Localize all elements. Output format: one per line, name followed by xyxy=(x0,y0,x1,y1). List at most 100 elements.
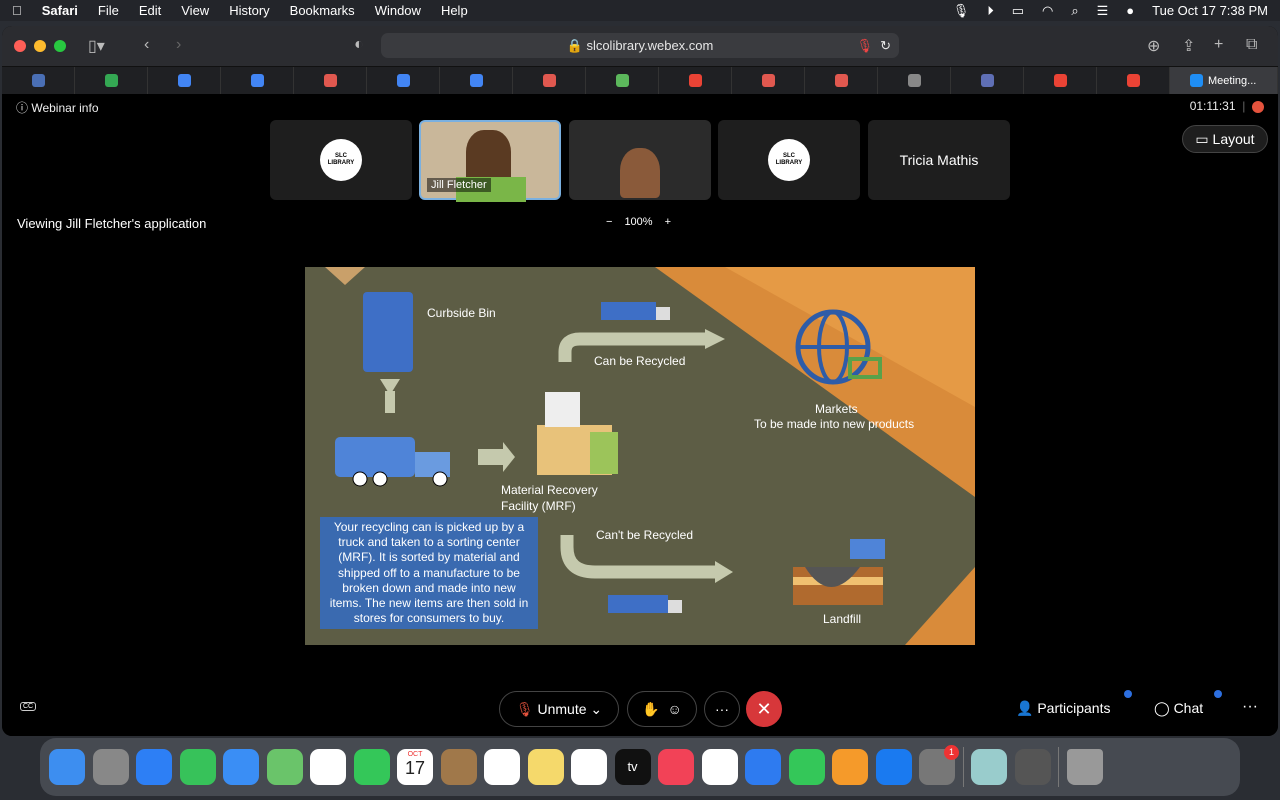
favicon-icon xyxy=(31,74,45,87)
share-icon[interactable]: ⇪ xyxy=(1182,36,1195,56)
browser-tab[interactable] xyxy=(586,67,659,94)
tv-icon[interactable]: tv xyxy=(614,749,651,785)
freeform-icon[interactable] xyxy=(571,749,607,785)
unmute-button[interactable]: 🎙 Unmute ⌄ xyxy=(499,691,619,727)
browser-tab[interactable] xyxy=(221,67,294,94)
mail-icon[interactable] xyxy=(223,749,259,785)
browser-tab[interactable] xyxy=(148,67,221,94)
menu-app[interactable]: Safari xyxy=(42,3,78,18)
music-icon[interactable] xyxy=(658,749,694,785)
contacts-icon[interactable] xyxy=(440,749,477,785)
browser-tab[interactable] xyxy=(2,67,75,94)
menu-view[interactable]: View xyxy=(181,3,209,18)
menu-window[interactable]: Window xyxy=(375,3,421,18)
maps-icon[interactable] xyxy=(266,749,303,785)
menu-help[interactable]: Help xyxy=(441,3,468,18)
trash-icon[interactable] xyxy=(1066,749,1103,785)
downloads-icon[interactable]: ⊕ xyxy=(1147,36,1160,56)
webinar-info-button[interactable]: ⓘ Webinar info xyxy=(16,99,99,116)
facetime-icon[interactable] xyxy=(353,749,390,785)
zoom-window-button[interactable] xyxy=(54,40,66,52)
numbers-icon[interactable] xyxy=(788,749,825,785)
app-store-icon[interactable] xyxy=(875,749,912,785)
raise-hand-icon[interactable]: ✋ xyxy=(642,701,659,718)
library-logo: SLC LIBRARY xyxy=(320,139,362,181)
launchpad-icon[interactable] xyxy=(92,749,129,785)
participant-tile-library-1[interactable]: SLC LIBRARY xyxy=(270,120,412,200)
safari-icon[interactable] xyxy=(136,749,172,785)
browser-tab[interactable] xyxy=(805,67,878,94)
calendar-icon[interactable]: OCT 17 xyxy=(397,749,433,785)
zoom-level: 100% xyxy=(624,216,653,228)
clock[interactable]: Tue Oct 17 7:38 PM xyxy=(1152,3,1268,18)
favicon-icon xyxy=(323,74,337,87)
sidebar-icon[interactable]: ▯▾ xyxy=(88,36,105,56)
apple-menu-icon[interactable]:  xyxy=(12,3,22,18)
browser-tab[interactable] xyxy=(659,67,732,94)
browser-tab[interactable] xyxy=(75,67,148,94)
minimize-window-button[interactable] xyxy=(34,40,46,52)
participant-tile-video[interactable] xyxy=(569,120,711,200)
calculator-icon[interactable] xyxy=(1014,749,1051,785)
more-menu-button[interactable]: ··· xyxy=(1242,698,1258,716)
browser-tab[interactable] xyxy=(440,67,513,94)
zoom-out-button[interactable]: − xyxy=(606,216,612,228)
browser-tab[interactable] xyxy=(1097,67,1170,94)
menu-file[interactable]: File xyxy=(98,3,119,18)
browser-tab[interactable] xyxy=(1024,67,1097,94)
more-options-button[interactable]: ··· xyxy=(704,691,740,727)
participant-tile-jill-fletcher[interactable]: Jill Fletcher xyxy=(419,120,561,202)
menu-edit[interactable]: Edit xyxy=(139,3,161,18)
participants-button[interactable]: 👤 Participants xyxy=(1016,700,1110,717)
browser-tab[interactable] xyxy=(732,67,805,94)
microphone-icon[interactable]: 🎙 xyxy=(953,3,970,19)
search-icon[interactable]: ⌕ xyxy=(1071,3,1078,19)
siri-icon[interactable]: ● xyxy=(1126,3,1134,18)
finder-icon[interactable] xyxy=(49,749,85,785)
zoom-in-button[interactable]: + xyxy=(665,216,671,228)
browser-tab[interactable] xyxy=(367,67,440,94)
browser-tab[interactable] xyxy=(878,67,951,94)
browser-tab[interactable] xyxy=(951,67,1024,94)
system-settings-icon[interactable]: 1 xyxy=(919,745,959,785)
pages-icon[interactable] xyxy=(832,749,868,785)
menu-bar:  Safari File Edit View History Bookmark… xyxy=(0,0,1280,21)
chat-button[interactable]: ◯ Chat xyxy=(1154,700,1203,717)
close-window-button[interactable] xyxy=(14,40,26,52)
menu-history[interactable]: History xyxy=(229,3,269,18)
play-icon[interactable]: ⏵ xyxy=(987,3,994,19)
truck-icon xyxy=(601,302,656,320)
battery-icon[interactable]: ▭ xyxy=(1012,3,1024,19)
reminders-icon[interactable] xyxy=(484,749,520,785)
preview-icon[interactable] xyxy=(971,749,1007,785)
browser-tab[interactable] xyxy=(294,67,367,94)
forward-icon[interactable]: › xyxy=(176,36,181,54)
reload-icon[interactable]: ↻ xyxy=(880,33,891,58)
menu-bookmarks[interactable]: Bookmarks xyxy=(290,3,355,18)
reaction-icon[interactable]: ☺ xyxy=(667,701,681,717)
notes-icon[interactable] xyxy=(527,749,564,785)
leave-meeting-button[interactable]: ✕ xyxy=(746,691,782,727)
address-bar[interactable]: 🔒 slcolibrary.webex.com 🎙 ↻ xyxy=(381,33,899,58)
tab-overview-icon[interactable]: ⧉ xyxy=(1246,36,1257,54)
closed-captions-icon[interactable]: CC xyxy=(20,702,37,711)
wifi-icon[interactable]: ◠ xyxy=(1042,3,1053,19)
photos-icon[interactable] xyxy=(310,749,346,785)
news-icon[interactable] xyxy=(701,749,738,785)
new-tab-icon[interactable]: + xyxy=(1214,36,1223,54)
meeting-timer: 01:11:31 | xyxy=(1190,99,1264,113)
browser-tab-active[interactable]: Meeting... xyxy=(1170,67,1278,94)
recording-icon[interactable] xyxy=(1252,100,1264,113)
control-center-icon[interactable]: ☰ xyxy=(1097,3,1109,19)
layout-button[interactable]: ▭ Layout xyxy=(1182,125,1268,153)
favicon-icon xyxy=(907,74,921,87)
tab-title: Meeting... xyxy=(1208,74,1257,87)
tv-label: tv xyxy=(627,759,638,774)
browser-tab[interactable] xyxy=(513,67,586,94)
keynote-icon[interactable] xyxy=(745,749,781,785)
participant-tile-tricia-mathis[interactable]: Tricia Mathis xyxy=(868,120,1010,200)
participant-tile-library-2[interactable]: SLC LIBRARY xyxy=(718,120,860,200)
back-icon[interactable]: ‹ xyxy=(144,36,149,54)
messages-icon[interactable] xyxy=(179,749,216,785)
privacy-shield-icon[interactable]: ◐ xyxy=(354,36,364,54)
